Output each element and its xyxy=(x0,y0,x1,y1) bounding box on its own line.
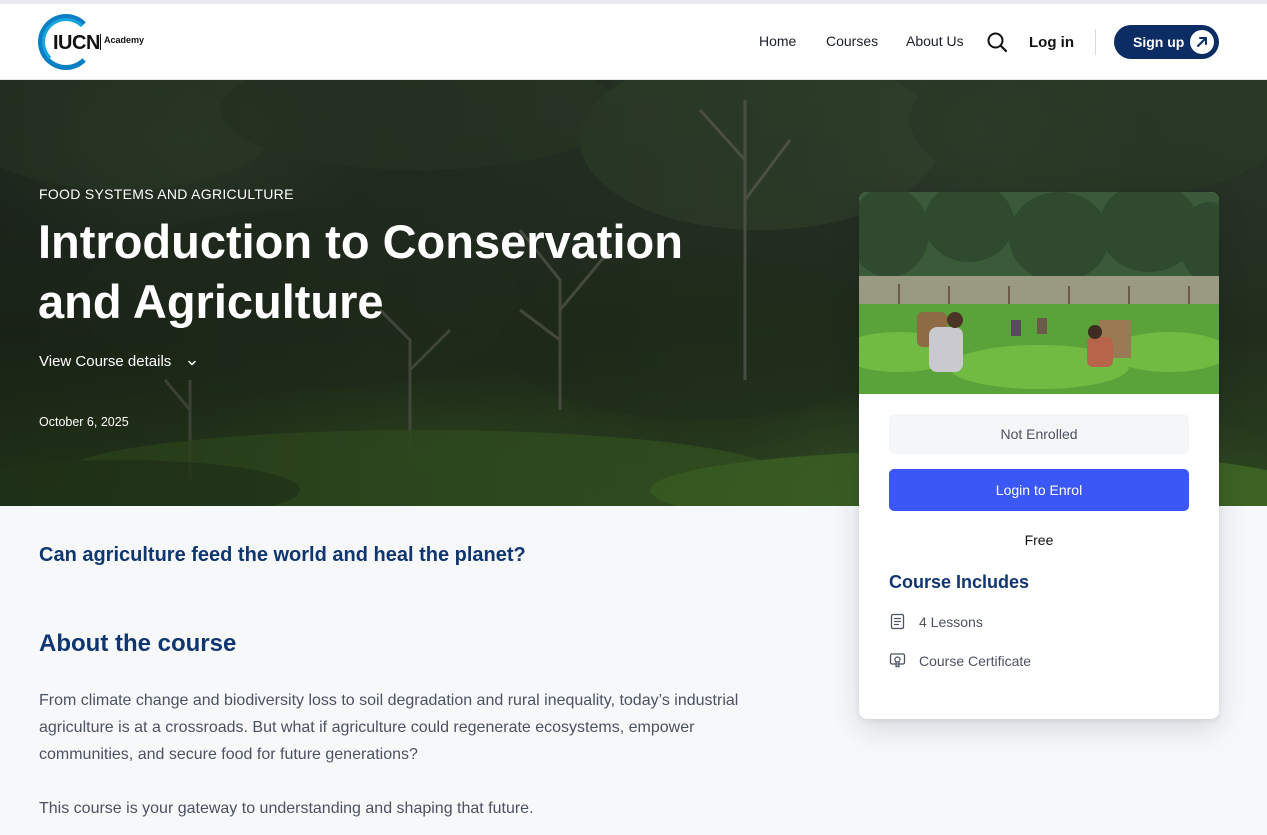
certificate-icon xyxy=(889,652,906,669)
about-paragraph: From climate change and biodiversity los… xyxy=(39,692,739,763)
view-course-details-toggle[interactable]: View Course details xyxy=(39,353,171,370)
nav-about-us[interactable]: About Us xyxy=(906,33,964,49)
logo-wordmark: IUCN xyxy=(53,32,102,55)
about-paragraph: This course is your gateway to understan… xyxy=(39,800,534,817)
arrow-up-right-icon xyxy=(1190,30,1214,54)
signup-button[interactable]: Sign up xyxy=(1114,25,1219,59)
site-header: IUCN Academy Home Courses About Us Log i… xyxy=(0,4,1267,80)
course-date: October 6, 2025 xyxy=(39,415,129,429)
course-title: Introduction to Conservation and Agricul… xyxy=(38,215,683,328)
signup-label: Sign up xyxy=(1133,34,1185,50)
course-enrol-card: Not Enrolled Login to Enrol Free Course … xyxy=(859,192,1219,719)
lessons-count-label: 4 Lessons xyxy=(919,614,983,630)
certificate-label: Course Certificate xyxy=(919,653,1032,669)
chevron-down-icon[interactable] xyxy=(186,356,198,368)
search-icon[interactable] xyxy=(986,31,1008,53)
about-course-heading: About the course xyxy=(39,630,237,657)
course-tagline: Can agriculture feed the world and heal … xyxy=(39,544,526,566)
logo-divider xyxy=(100,34,101,50)
nav-home[interactable]: Home xyxy=(759,33,796,49)
course-category: FOOD SYSTEMS AND AGRICULTURE xyxy=(39,186,294,202)
enrolment-status-badge: Not Enrolled xyxy=(889,414,1189,454)
lessons-icon xyxy=(889,613,906,630)
login-link[interactable]: Log in xyxy=(1029,34,1074,51)
tea-pickers-image xyxy=(859,192,1219,394)
course-includes-heading: Course Includes xyxy=(889,572,1030,592)
course-price: Free xyxy=(1024,532,1054,548)
login-to-enrol-button[interactable]: Login to Enrol xyxy=(889,469,1189,511)
logo-subtitle: Academy xyxy=(104,35,145,45)
iucn-academy-logo[interactable]: IUCN Academy xyxy=(38,14,168,70)
nav-courses[interactable]: Courses xyxy=(826,33,878,49)
nav-separator xyxy=(1095,29,1096,55)
